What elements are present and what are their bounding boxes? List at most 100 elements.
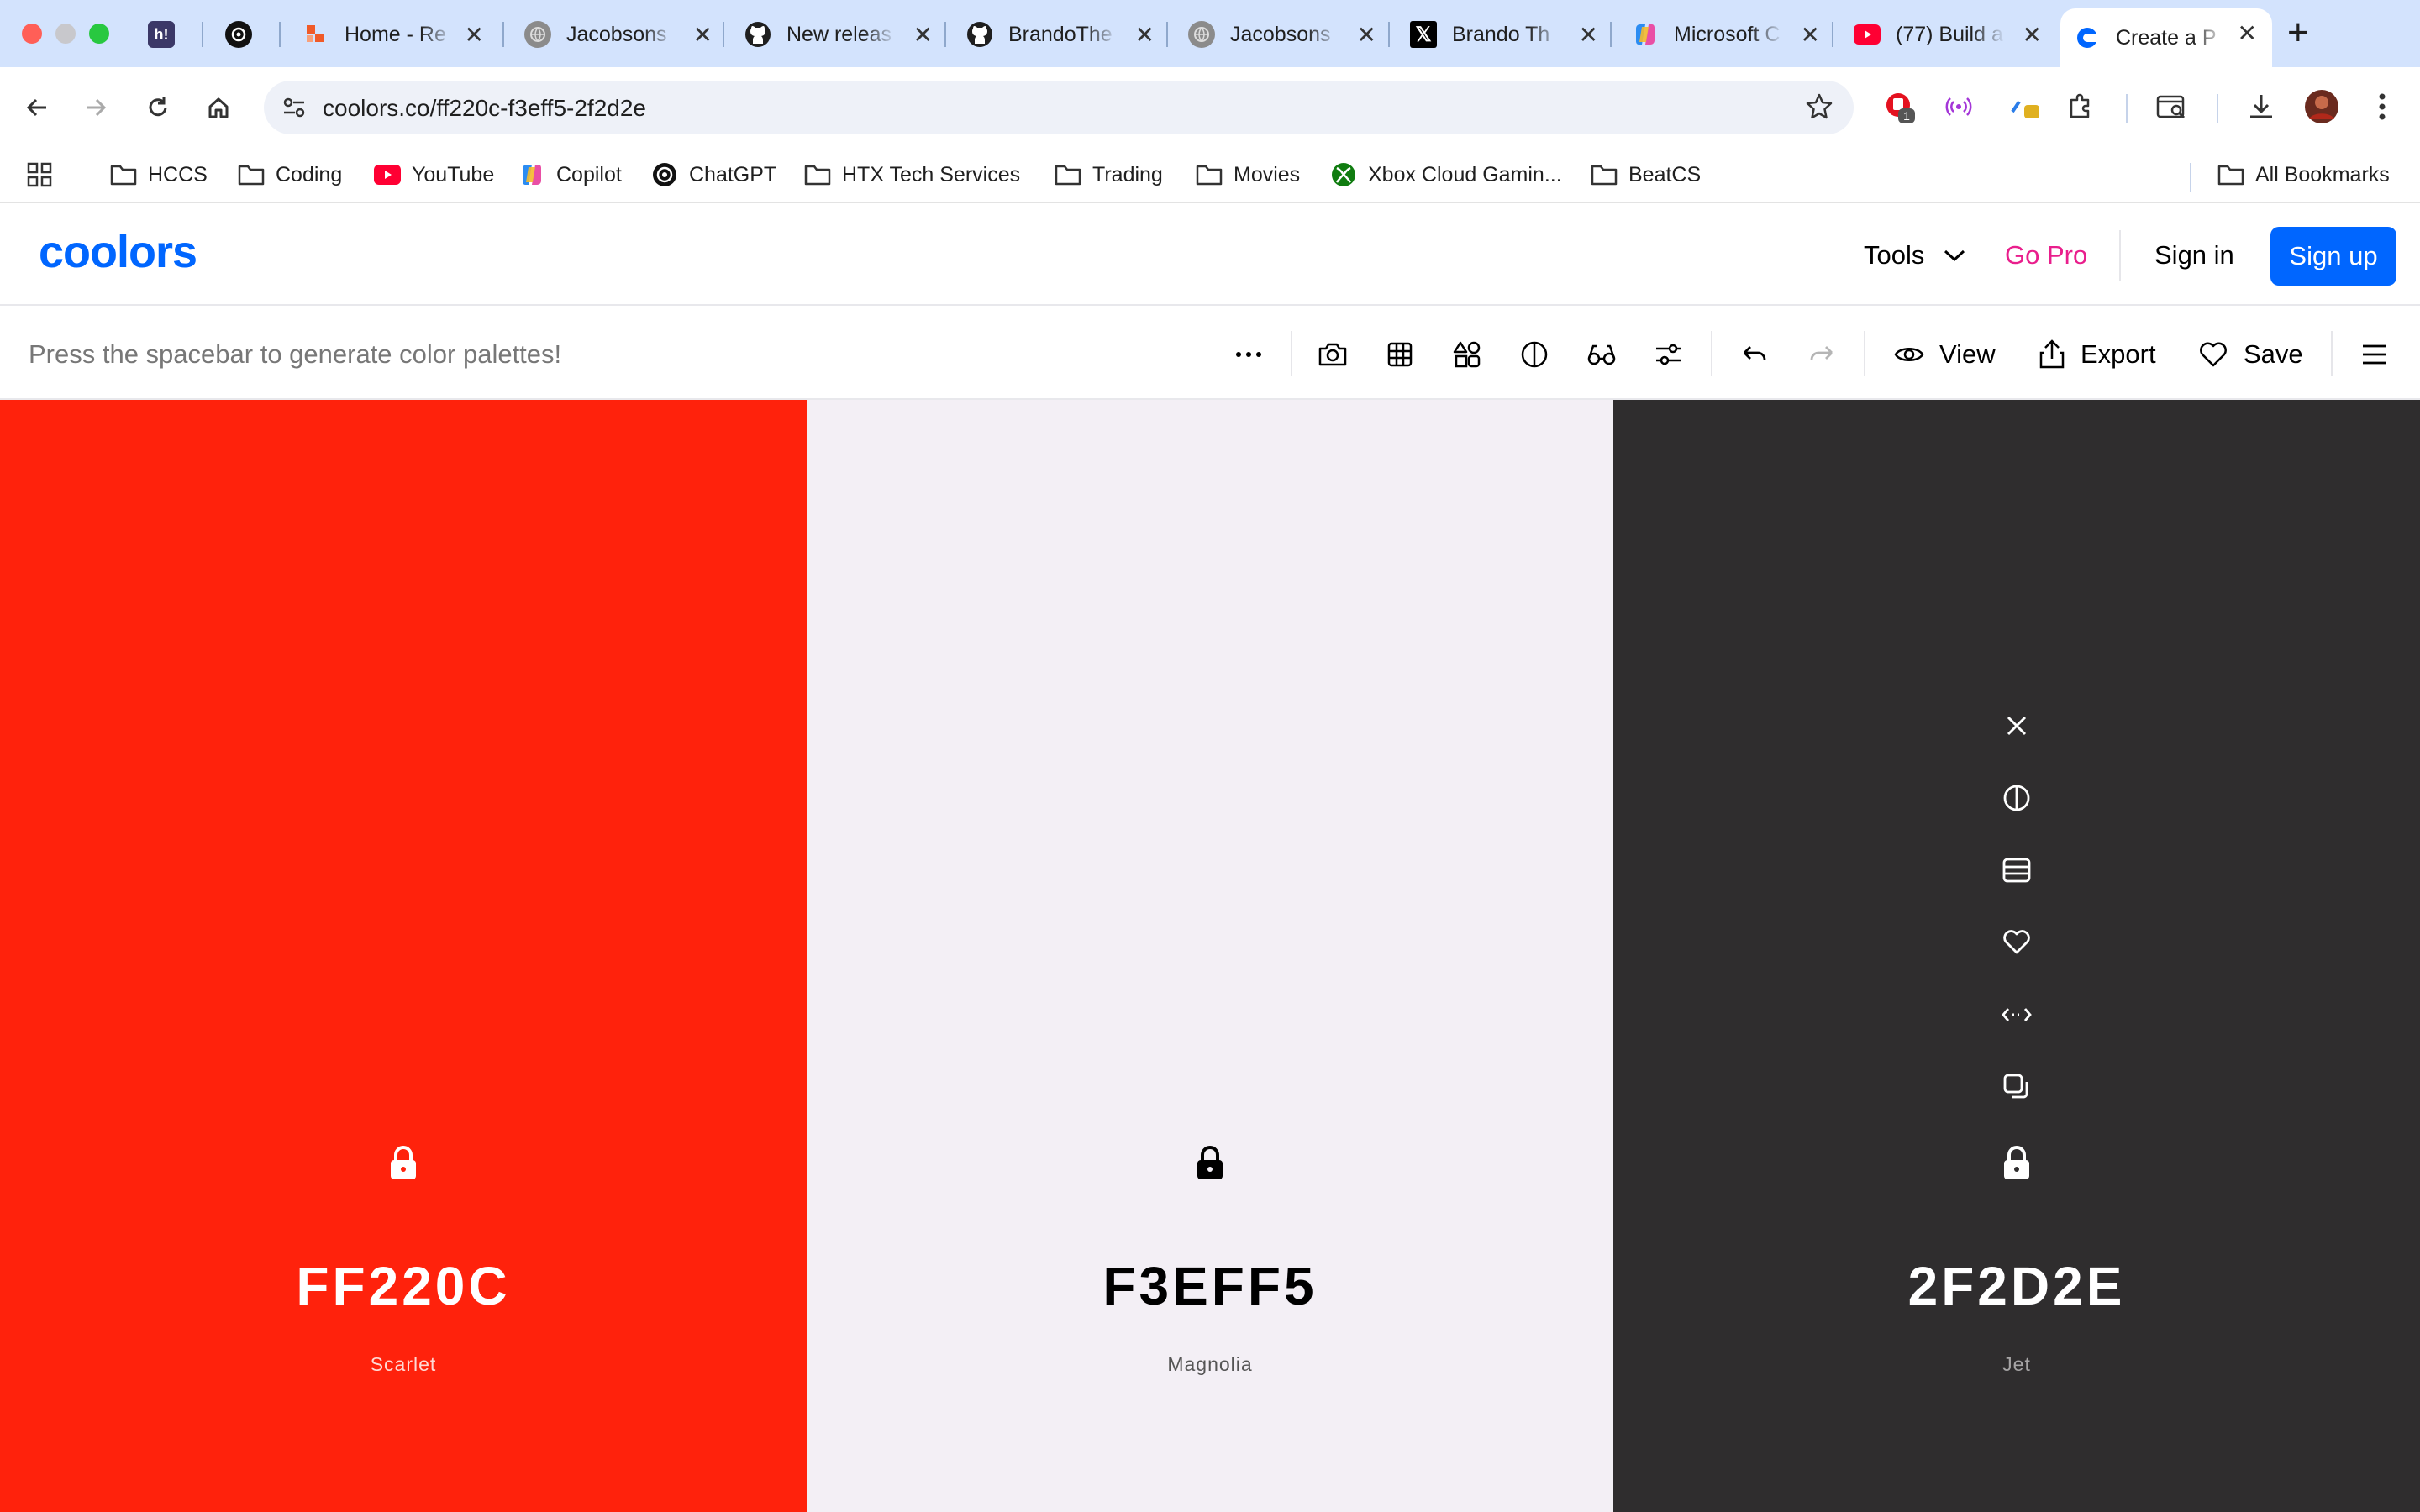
close-icon[interactable]: ✕ bbox=[465, 21, 484, 49]
folder-icon bbox=[1054, 162, 1082, 187]
contrast-button[interactable] bbox=[1518, 338, 1551, 371]
copy-hex-button[interactable] bbox=[1998, 1068, 2035, 1105]
bookmark-item[interactable]: Copilot bbox=[518, 158, 622, 192]
address-bar[interactable]: coolors.co/ff220c-f3eff5-2f2d2e bbox=[264, 81, 1854, 134]
browser-tab[interactable]: Jacobsons ✕ bbox=[511, 10, 728, 59]
bookmarks-bar: HCCS Coding YouTube Copilot ChatGPT HTX … bbox=[0, 148, 2420, 203]
browser-tab-active[interactable]: Create a P ✕ bbox=[2060, 8, 2272, 67]
camera-button[interactable] bbox=[1316, 338, 1349, 371]
close-icon[interactable]: ✕ bbox=[1801, 21, 1820, 49]
undo-button[interactable] bbox=[1738, 338, 1771, 371]
color-hex[interactable]: F3EFF5 bbox=[807, 1255, 1613, 1317]
profile-avatar[interactable] bbox=[2302, 87, 2341, 126]
remove-color-button[interactable] bbox=[1998, 707, 2035, 744]
browser-menu-button[interactable] bbox=[2363, 87, 2402, 126]
adjust-palette-button[interactable] bbox=[1652, 338, 1686, 371]
sign-in-link[interactable]: Sign in bbox=[2154, 240, 2234, 270]
bookmark-item[interactable]: HCCS bbox=[109, 158, 208, 192]
export-button[interactable]: Export bbox=[2039, 336, 2156, 373]
close-icon[interactable]: ✕ bbox=[913, 21, 933, 49]
home-icon bbox=[208, 97, 229, 118]
color-hex[interactable]: FF220C bbox=[0, 1255, 807, 1317]
color-column[interactable]: F3EFF5 Magnolia bbox=[807, 400, 1613, 1512]
extensions-menu-button[interactable] bbox=[2060, 87, 2099, 126]
save-button[interactable]: Save bbox=[2198, 336, 2303, 373]
menu-icon bbox=[2363, 344, 2386, 365]
bookmark-item[interactable]: ChatGPT bbox=[650, 158, 776, 192]
shades-button[interactable] bbox=[1998, 780, 2035, 816]
svg-text:coolors: coolors bbox=[39, 230, 197, 274]
coolors-logo[interactable]: coolors bbox=[39, 227, 227, 278]
sign-up-button[interactable]: Sign up bbox=[2270, 227, 2396, 286]
reload-button[interactable] bbox=[138, 87, 178, 128]
browser-tab[interactable]: New releas ✕ bbox=[731, 10, 948, 59]
home-button[interactable] bbox=[198, 87, 239, 128]
extension-icon bbox=[2011, 100, 2039, 118]
close-window-button[interactable] bbox=[22, 24, 42, 44]
hamburger-menu-button[interactable] bbox=[2358, 338, 2391, 371]
browser-tab[interactable]: BrandoThe ✕ bbox=[953, 10, 1170, 59]
bookmark-item[interactable]: HTX Tech Services bbox=[803, 158, 1020, 192]
site-settings-icon[interactable] bbox=[281, 94, 308, 125]
minimize-window-button[interactable] bbox=[55, 24, 76, 44]
lock-icon[interactable] bbox=[387, 1144, 420, 1181]
color-column[interactable]: 2F2D2E Jet bbox=[1613, 400, 2420, 1512]
bookmark-item[interactable]: Coding bbox=[237, 158, 342, 192]
more-options-button[interactable] bbox=[1232, 338, 1265, 371]
bookmark-item[interactable]: Movies bbox=[1195, 158, 1300, 192]
back-button[interactable] bbox=[17, 87, 57, 128]
bookmark-item[interactable]: BeatCS bbox=[1590, 158, 1701, 192]
close-icon[interactable]: ✕ bbox=[1357, 21, 1376, 49]
site-header: coolors Tools Go Pro Sign in Sign up bbox=[0, 205, 2420, 306]
color-blindness-button[interactable] bbox=[1585, 338, 1618, 371]
lock-icon[interactable] bbox=[1193, 1144, 1227, 1181]
color-hex[interactable]: 2F2D2E bbox=[1613, 1255, 2420, 1317]
favorite-color-button[interactable] bbox=[1998, 924, 2035, 961]
close-icon[interactable]: ✕ bbox=[2238, 19, 2257, 47]
extension-button[interactable] bbox=[1939, 87, 1978, 126]
browser-tab[interactable]: (77) Build a ✕ bbox=[1840, 10, 2057, 59]
all-bookmarks-button[interactable]: All Bookmarks bbox=[2217, 158, 2390, 192]
more-vertical-icon bbox=[2379, 93, 2386, 120]
view-button[interactable]: View bbox=[1894, 336, 1996, 373]
tab-title: Brando Th bbox=[1452, 22, 1550, 46]
tab-title: Jacobsons bbox=[566, 22, 667, 46]
browser-tab[interactable]: 𝕏 Brando Th ✕ bbox=[1397, 10, 1613, 59]
new-tab-button[interactable]: + bbox=[2287, 12, 2309, 54]
openai-icon bbox=[225, 21, 252, 48]
forward-button[interactable] bbox=[76, 87, 116, 128]
apps-button[interactable] bbox=[25, 158, 54, 192]
close-icon[interactable]: ✕ bbox=[1579, 21, 1598, 49]
bookmark-item[interactable]: Trading bbox=[1054, 158, 1163, 192]
downloads-button[interactable] bbox=[2242, 87, 2281, 126]
go-pro-link[interactable]: Go Pro bbox=[2005, 240, 2087, 270]
view-shades-button[interactable] bbox=[1998, 852, 2035, 889]
sliders-icon bbox=[1656, 344, 1681, 365]
browser-tab[interactable]: Microsoft C ✕ bbox=[1618, 10, 1835, 59]
address-url[interactable]: coolors.co/ff220c-f3eff5-2f2d2e bbox=[323, 95, 646, 122]
browser-tab[interactable]: h! bbox=[134, 10, 198, 59]
grid-view-button[interactable] bbox=[1383, 338, 1417, 371]
lock-icon[interactable] bbox=[2000, 1144, 2033, 1181]
bookmark-label: Copilot bbox=[556, 162, 622, 186]
visualize-button[interactable] bbox=[1450, 338, 1484, 371]
extension-button[interactable] bbox=[2007, 87, 2045, 126]
bookmark-item[interactable]: Xbox Cloud Gamin... bbox=[1329, 158, 1562, 192]
close-icon[interactable]: ✕ bbox=[693, 21, 713, 49]
extension-button[interactable]: 1 bbox=[1879, 87, 1918, 126]
tab-search-button[interactable] bbox=[2153, 87, 2191, 126]
copilot-icon bbox=[518, 162, 546, 187]
browser-tab[interactable]: Jacobsons ✕ bbox=[1175, 10, 1392, 59]
browser-tab[interactable]: Home - Re ✕ bbox=[289, 10, 499, 59]
bookmark-star-icon[interactable] bbox=[1805, 92, 1833, 125]
tools-menu[interactable]: Tools bbox=[1864, 240, 1966, 270]
browser-tab[interactable] bbox=[212, 10, 276, 59]
redo-button[interactable] bbox=[1805, 338, 1839, 371]
color-column[interactable]: FF220C Scarlet bbox=[0, 400, 807, 1512]
close-icon[interactable]: ✕ bbox=[2023, 21, 2042, 49]
bookmark-item[interactable]: YouTube bbox=[373, 158, 494, 192]
drag-handle[interactable] bbox=[1998, 996, 2035, 1033]
maximize-window-button[interactable] bbox=[89, 24, 109, 44]
close-icon[interactable]: ✕ bbox=[1135, 21, 1155, 49]
save-label: Save bbox=[2244, 339, 2303, 369]
